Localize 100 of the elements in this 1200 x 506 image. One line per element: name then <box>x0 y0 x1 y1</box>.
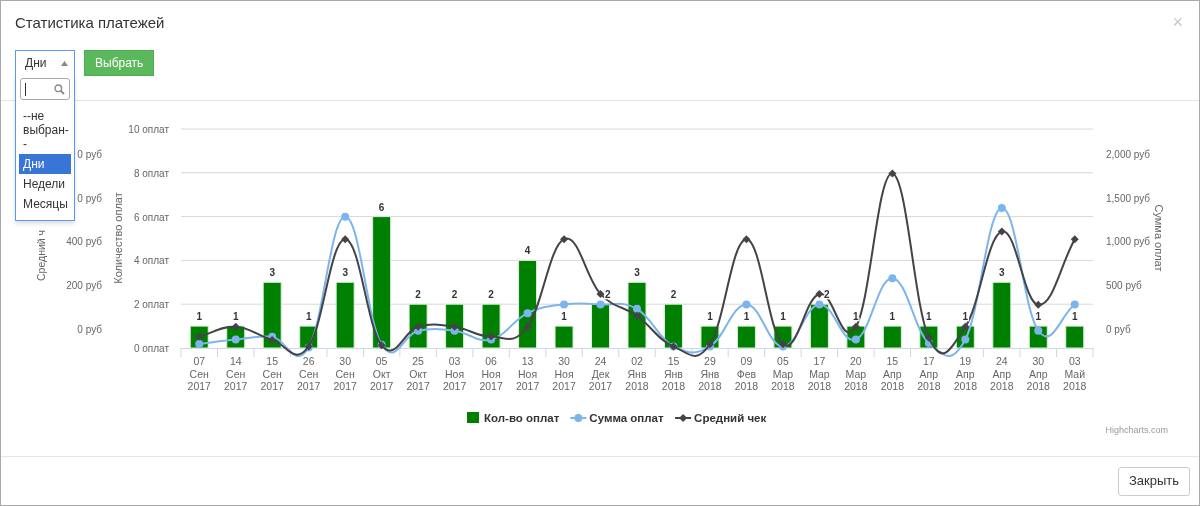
point-marker <box>815 289 824 298</box>
point-marker <box>997 204 1006 213</box>
axis-label: 500 руб <box>1106 280 1142 292</box>
legend-symbol-icon <box>674 414 693 422</box>
point-marker <box>1070 235 1079 244</box>
dropdown-option[interactable]: --не выбран-- <box>19 106 71 154</box>
axis-label: 09 Фев 2018 <box>734 355 759 392</box>
data-label: 1 <box>889 311 896 323</box>
point-marker <box>742 235 751 244</box>
point-marker <box>815 300 824 309</box>
legend-symbol-icon <box>467 412 479 423</box>
axis-label: 06 Ноя 2017 <box>479 355 503 392</box>
bar <box>736 325 756 349</box>
axis-label: 15 Янв 2018 <box>661 355 686 392</box>
data-label: 1 <box>561 311 567 323</box>
axis-label: 05 Мар 2018 <box>771 355 795 392</box>
point-marker <box>523 322 532 331</box>
axis-label: 25 Окт 2017 <box>406 355 430 392</box>
axis-title: Сумма оплат <box>1153 204 1165 272</box>
axis-label: 0 руб <box>77 192 102 204</box>
point-marker <box>231 335 240 344</box>
axis-title: Количество оплат <box>112 192 124 284</box>
axis-label: 05 Окт 2017 <box>369 355 394 392</box>
point-marker <box>231 322 240 331</box>
data-label: 6 <box>378 201 385 213</box>
legend-label[interactable]: Сумма оплат <box>589 412 664 424</box>
point-marker <box>888 169 897 178</box>
axis-label: 1,000 руб <box>1106 236 1151 248</box>
axis-label: 0 руб <box>77 148 102 160</box>
dropdown-option[interactable]: Месяцы <box>19 194 71 214</box>
bar <box>992 281 1012 349</box>
bar <box>809 303 829 349</box>
axis-label: 200 руб <box>66 280 102 292</box>
axis-label: 15 Сен 2017 <box>260 355 284 392</box>
axis-label: 0 руб <box>77 323 102 335</box>
point-marker <box>888 274 897 283</box>
dropdown-option[interactable]: Дни <box>19 154 71 174</box>
data-label: 4 <box>524 245 531 257</box>
axis-label: 6 оплат <box>133 211 169 223</box>
axis-label: 30 Ноя 2017 <box>552 355 576 392</box>
axis-label: 07 Сен 2017 <box>187 355 211 392</box>
data-label: 1 <box>1072 311 1078 323</box>
data-label: 2 <box>415 289 421 301</box>
point-marker <box>851 322 860 331</box>
axis-label: 03 Май 2018 <box>1063 355 1087 392</box>
point-marker <box>195 339 204 348</box>
point-marker <box>596 300 605 309</box>
axis-label: 10 оплат <box>128 124 169 135</box>
legend-label[interactable]: Кол-во оплат <box>484 412 560 424</box>
axis-label: 30 Сен 2017 <box>333 355 357 392</box>
data-label: 3 <box>269 267 275 279</box>
data-label: 1 <box>707 311 713 323</box>
data-label: 3 <box>342 267 348 279</box>
point-marker <box>1034 326 1043 335</box>
axis-label: 19 Апр 2018 <box>953 355 977 392</box>
caret-icon <box>61 60 68 66</box>
data-label: 1 <box>962 311 969 323</box>
point-marker <box>560 300 569 309</box>
point-marker <box>924 333 933 342</box>
axis-label: 20 Мар 2018 <box>844 355 868 392</box>
axis-label: 4 оплат <box>133 255 169 267</box>
point-marker <box>596 289 605 298</box>
axis-label: 0 руб <box>1106 324 1131 335</box>
dialog-title: Статистика платежей <box>15 13 165 33</box>
data-label: 1 <box>196 311 202 323</box>
data-label: 3 <box>999 267 1005 279</box>
data-label: 2 <box>605 289 611 301</box>
axis-label: 2,000 руб <box>1106 148 1151 160</box>
axis-label: 30 Апр 2018 <box>1026 355 1050 392</box>
bar <box>335 281 355 349</box>
data-label: 1 <box>1035 311 1042 323</box>
axis-label: 1,500 руб <box>1106 192 1151 204</box>
search-field[interactable] <box>20 78 70 100</box>
period-select[interactable]: Дни <box>15 50 75 76</box>
data-label: 1 <box>853 311 859 323</box>
axis-label: 14 Сен 2017 <box>224 355 248 392</box>
search-icon <box>54 83 65 95</box>
axis-label: 2 оплат <box>133 299 169 311</box>
bar <box>627 281 647 349</box>
point-marker <box>742 300 751 309</box>
axis-label: 24 Апр 2018 <box>990 355 1014 392</box>
axis-label: 400 руб <box>66 236 102 248</box>
point-marker <box>341 235 350 244</box>
dropdown-option[interactable]: Недели <box>19 174 71 194</box>
data-label: 2 <box>670 289 677 301</box>
bar <box>1065 325 1085 349</box>
data-label: 2 <box>451 289 458 301</box>
data-label: 1 <box>232 311 239 323</box>
close-button[interactable]: Закрыть <box>1117 466 1190 496</box>
point-marker <box>961 322 970 331</box>
point-marker <box>1070 300 1079 309</box>
point-marker <box>195 332 204 341</box>
bar <box>591 303 610 349</box>
bar <box>882 325 902 349</box>
legend-label[interactable]: Средний чек <box>694 412 767 424</box>
axis-label: 8 оплат <box>133 167 169 179</box>
data-label: 1 <box>780 311 786 323</box>
bar <box>664 303 683 349</box>
data-label: 2 <box>488 289 494 301</box>
axis-label: 13 Ноя 2017 <box>515 355 540 392</box>
